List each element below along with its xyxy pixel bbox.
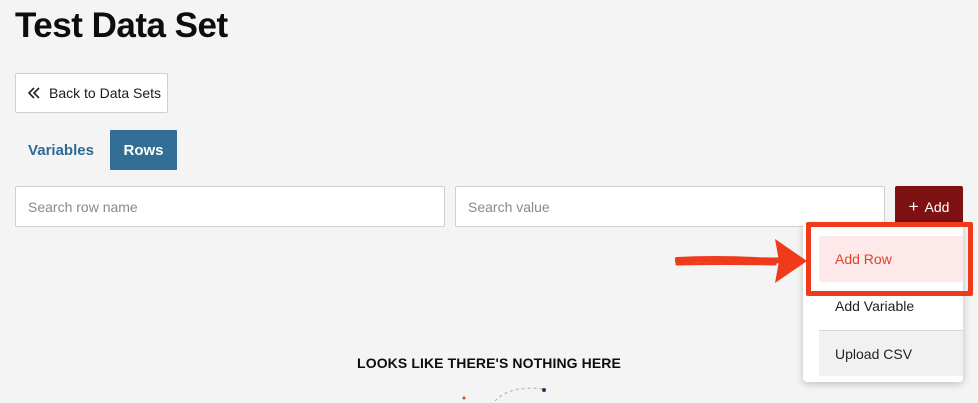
- add-button-label: Add: [924, 198, 950, 215]
- empty-state-message: LOOKS LIKE THERE'S NOTHING HERE: [357, 355, 621, 371]
- double-chevron-left-icon: [27, 86, 41, 100]
- empty-state-illustration: [462, 387, 546, 402]
- tab-rows[interactable]: Rows: [110, 130, 177, 170]
- add-button[interactable]: + Add: [895, 186, 963, 227]
- plus-icon: +: [908, 197, 919, 216]
- menu-item-add-variable[interactable]: Add Variable: [819, 283, 963, 329]
- search-value-input[interactable]: [455, 186, 885, 227]
- search-row-name-input[interactable]: [15, 186, 445, 227]
- annotation-arrow-icon: [675, 239, 807, 283]
- menu-item-add-row[interactable]: Add Row: [819, 236, 963, 282]
- back-to-data-sets-button[interactable]: Back to Data Sets: [15, 73, 168, 113]
- tab-variables[interactable]: Variables: [15, 130, 107, 170]
- add-dropdown-menu: Add Row Add Variable Upload CSV: [803, 224, 963, 382]
- menu-item-upload-csv[interactable]: Upload CSV: [819, 330, 963, 376]
- back-button-label: Back to Data Sets: [49, 85, 162, 101]
- page-title: Test Data Set: [15, 6, 228, 45]
